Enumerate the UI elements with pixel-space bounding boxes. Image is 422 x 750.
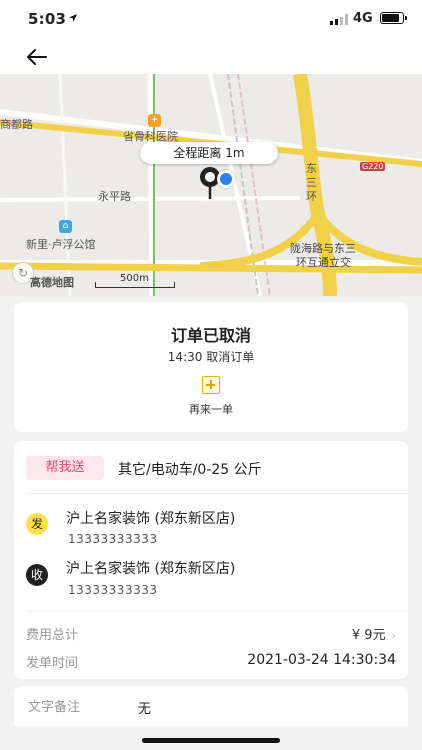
sender-name: 沪上名家装饰 (郑东新区店) — [66, 511, 236, 527]
signal-icon — [330, 14, 348, 25]
network-type: 4G — [353, 11, 373, 26]
reorder-button[interactable]: 再来一单 — [14, 401, 408, 417]
current-location-dot — [217, 170, 235, 188]
distance-bubble: 全程距离 1m — [140, 142, 278, 164]
back-arrow-icon[interactable] — [24, 44, 50, 70]
receiver-phone: 13333333333 — [68, 583, 158, 597]
sender-phone: 13333333333 — [68, 532, 158, 546]
map-label-interchange-2: 环互通立交 — [296, 256, 351, 269]
nav-bar — [0, 40, 422, 74]
map-label-road-west: 商都路 — [0, 118, 33, 131]
fee-value: ¥ 9元 — [351, 628, 386, 643]
order-status-title: 订单已取消 — [170, 326, 251, 345]
sender-badge: 发 — [26, 513, 48, 535]
order-time-value: 2021-03-24 14:30:34 — [247, 652, 396, 668]
home-indicator[interactable] — [142, 738, 280, 743]
hospital-icon: + — [148, 114, 161, 127]
route-map[interactable]: 商都路 + 省骨科医院 永平路 ⌂ 新里·卢浮公馆 东三环 G220 陇海路与东… — [0, 74, 422, 296]
fee-row[interactable]: ¥ 9元 › — [352, 624, 396, 643]
map-label-ring-road: 东三环 — [306, 162, 317, 203]
receiver-badge: 收 — [26, 564, 48, 586]
status-time: 5:03 — [28, 10, 67, 28]
order-detail-card: 帮我送 其它/电动车/0-25 公斤 发 沪上名家装饰 (郑东新区店) 1333… — [14, 441, 408, 679]
service-description: 其它/电动车/0-25 公斤 — [118, 462, 262, 478]
note-card: 文字备注 无 — [14, 686, 408, 726]
note-label: 文字备注 — [28, 700, 81, 715]
battery-icon — [380, 12, 407, 24]
service-tag: 帮我送 — [26, 456, 104, 480]
divider — [26, 493, 408, 494]
building-icon: ⌂ — [59, 220, 72, 233]
map-scale-label: 500m — [120, 273, 149, 284]
map-provider-logo: 高德地图 — [30, 276, 74, 289]
note-value: 无 — [138, 702, 152, 717]
map-label-apartment: 新里·卢浮公馆 — [26, 238, 96, 251]
order-status-subtitle: 14:30 取消订单 — [167, 350, 255, 364]
order-status-card: 订单已取消 14:30 取消订单 再来一单 — [14, 302, 408, 432]
location-arrow-icon — [69, 14, 77, 22]
chevron-right-icon: › — [391, 629, 396, 642]
receiver-name: 沪上名家装饰 (郑东新区店) — [66, 561, 236, 577]
divider — [26, 611, 408, 612]
order-time-label: 发单时间 — [26, 656, 79, 671]
road-badge: G220 — [360, 162, 386, 171]
status-bar: 5:03 4G — [0, 0, 422, 40]
reorder-icon[interactable] — [202, 376, 220, 394]
map-label-yongping-road: 永平路 — [98, 190, 131, 203]
fee-label: 费用总计 — [26, 628, 79, 643]
